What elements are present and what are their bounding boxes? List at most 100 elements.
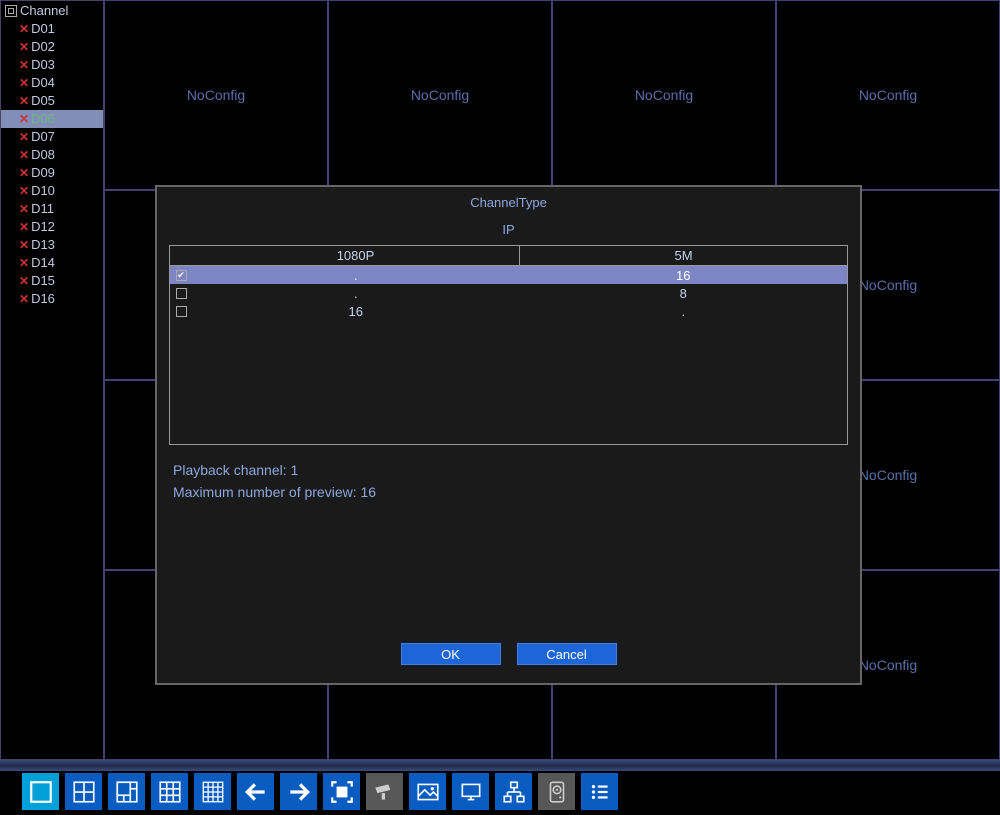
channel-label: D05 — [31, 93, 55, 109]
dialog-title: ChannelType — [157, 187, 860, 218]
cell-5m: 16 — [520, 268, 848, 283]
channel-label: D07 — [31, 129, 55, 145]
prev-page-icon[interactable] — [237, 773, 274, 810]
row-checkbox[interactable]: ✔ — [176, 270, 187, 281]
table-row[interactable]: 16. — [170, 302, 847, 320]
cell-1080p: . — [192, 286, 520, 301]
x-icon: ✕ — [19, 129, 29, 145]
layout-4-icon[interactable] — [65, 773, 102, 810]
cancel-button[interactable]: Cancel — [517, 643, 617, 665]
cell-1080p: . — [192, 268, 520, 283]
dialog-subtitle: IP — [157, 218, 860, 245]
channel-label: D15 — [31, 273, 55, 289]
channel-label: D04 — [31, 75, 55, 91]
x-icon: ✕ — [19, 255, 29, 271]
channel-item[interactable]: ✕D13 — [1, 236, 103, 254]
storage-icon[interactable] — [538, 773, 575, 810]
next-page-icon[interactable] — [280, 773, 317, 810]
fullscreen-icon[interactable] — [323, 773, 360, 810]
sidebar-header: Channel — [1, 1, 103, 20]
layout-9-icon[interactable] — [151, 773, 188, 810]
channel-label: D13 — [31, 237, 55, 253]
channel-item[interactable]: ✕D14 — [1, 254, 103, 272]
cell-5m: . — [520, 304, 848, 319]
cell-1080p: 16 — [192, 304, 520, 319]
x-icon: ✕ — [19, 219, 29, 235]
x-icon: ✕ — [19, 273, 29, 289]
channel-item[interactable]: ✕D15 — [1, 272, 103, 290]
dialog-info: Playback channel: 1 Maximum number of pr… — [173, 459, 844, 503]
ok-button[interactable]: OK — [401, 643, 501, 665]
x-icon: ✕ — [19, 201, 29, 217]
network-icon[interactable] — [495, 773, 532, 810]
table-header: 1080P 5M — [170, 246, 847, 266]
channel-sidebar: Channel ✕D01✕D02✕D03✕D04✕D05✕D06✕D07✕D08… — [0, 0, 104, 760]
list-menu-icon[interactable] — [581, 773, 618, 810]
table-row[interactable]: .8 — [170, 284, 847, 302]
sidebar-title: Channel — [20, 3, 68, 18]
playback-channel-info: Playback channel: 1 — [173, 459, 844, 481]
th-5m: 5M — [520, 246, 847, 265]
channel-item[interactable]: ✕D02 — [1, 38, 103, 56]
grid-cell[interactable]: NoConfig — [328, 0, 552, 190]
grid-cell[interactable]: NoConfig — [552, 0, 776, 190]
row-checkbox-cell — [170, 306, 192, 317]
channel-item[interactable]: ✕D03 — [1, 56, 103, 74]
x-icon: ✕ — [19, 93, 29, 109]
channel-label: D12 — [31, 219, 55, 235]
row-checkbox[interactable] — [176, 288, 187, 299]
table-row[interactable]: ✔.16 — [170, 266, 847, 284]
x-icon: ✕ — [19, 165, 29, 181]
monitor-icon[interactable] — [452, 773, 489, 810]
channel-label: D01 — [31, 21, 55, 37]
channel-item[interactable]: ✕D08 — [1, 146, 103, 164]
grid-cell[interactable]: NoConfig — [104, 0, 328, 190]
cell-5m: 8 — [520, 286, 848, 301]
channel-item[interactable]: ✕D09 — [1, 164, 103, 182]
row-checkbox-cell: ✔ — [170, 270, 192, 281]
x-icon: ✕ — [19, 183, 29, 199]
channel-item[interactable]: ✕D01 — [1, 20, 103, 38]
channel-type-table: 1080P 5M ✔.16.816. — [169, 245, 848, 445]
channel-label: D08 — [31, 147, 55, 163]
row-checkbox[interactable] — [176, 306, 187, 317]
x-icon: ✕ — [19, 75, 29, 91]
channel-item[interactable]: ✕D07 — [1, 128, 103, 146]
channel-label: D09 — [31, 165, 55, 181]
channel-label: D03 — [31, 57, 55, 73]
x-icon: ✕ — [19, 57, 29, 73]
ptz-camera-icon[interactable] — [366, 773, 403, 810]
channel-label: D10 — [31, 183, 55, 199]
x-icon: ✕ — [19, 291, 29, 307]
th-1080p: 1080P — [192, 246, 520, 265]
channel-label: D16 — [31, 291, 55, 307]
channel-root-icon — [5, 5, 17, 17]
x-icon: ✕ — [19, 237, 29, 253]
channel-item[interactable]: ✕D11 — [1, 200, 103, 218]
dialog-buttons: OK Cancel — [157, 643, 860, 665]
channel-item[interactable]: ✕D04 — [1, 74, 103, 92]
layout-16-icon[interactable] — [194, 773, 231, 810]
channel-item[interactable]: ✕D16 — [1, 290, 103, 308]
channel-item[interactable]: ✕D05 — [1, 92, 103, 110]
channel-item[interactable]: ✕D06 — [1, 110, 103, 128]
layout-8-icon[interactable] — [108, 773, 145, 810]
channel-type-dialog: ChannelType IP 1080P 5M ✔.16.816. Playba… — [155, 185, 862, 685]
th-checkbox — [170, 246, 192, 265]
channel-label: D06 — [31, 111, 55, 127]
channel-label: D14 — [31, 255, 55, 271]
channel-item[interactable]: ✕D10 — [1, 182, 103, 200]
channel-label: D11 — [31, 201, 54, 217]
layout-1-icon[interactable] — [22, 773, 59, 810]
row-checkbox-cell — [170, 288, 192, 299]
x-icon: ✕ — [19, 147, 29, 163]
grid-cell[interactable]: NoConfig — [776, 0, 1000, 190]
max-preview-info: Maximum number of preview: 16 — [173, 481, 844, 503]
toolbar — [0, 760, 1000, 815]
image-settings-icon[interactable] — [409, 773, 446, 810]
x-icon: ✕ — [19, 39, 29, 55]
x-icon: ✕ — [19, 111, 29, 127]
channel-item[interactable]: ✕D12 — [1, 218, 103, 236]
channel-label: D02 — [31, 39, 55, 55]
x-icon: ✕ — [19, 21, 29, 37]
